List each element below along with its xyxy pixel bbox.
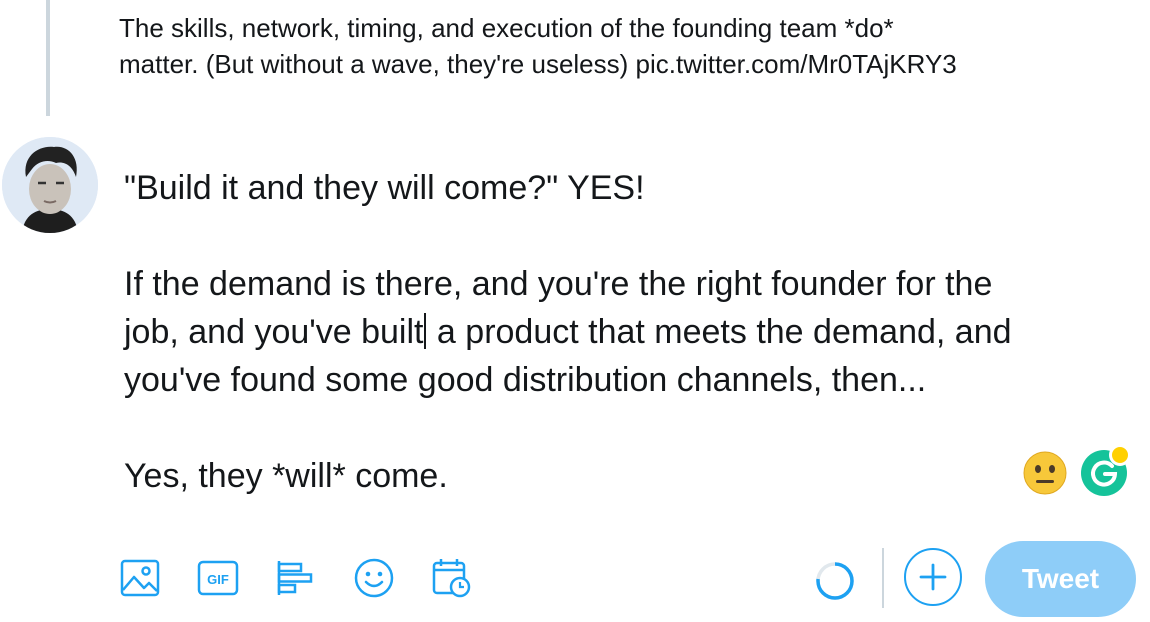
image-icon[interactable] (118, 556, 162, 600)
gif-icon[interactable]: GIF (196, 556, 240, 600)
avatar-photo (2, 137, 98, 233)
add-tweet-button[interactable] (904, 548, 962, 606)
compose-blank-line (124, 404, 1124, 452)
quoted-tweet-line: The skills, network, timing, and executi… (119, 13, 894, 43)
tweet-compose-textarea[interactable]: "Build it and they will come?" YES! If t… (124, 164, 1124, 500)
neutral-face-emoji-icon[interactable] (1023, 451, 1067, 495)
quoted-tweet-text: The skills, network, timing, and executi… (119, 10, 1139, 82)
compose-line: job, and you've built a product that mee… (124, 308, 1124, 356)
character-count-ring-icon (814, 560, 856, 602)
compose-line: "Build it and they will come?" YES! (124, 169, 645, 207)
compose-text-before-cursor: job, and you've built (124, 313, 424, 351)
compose-line: If the demand is there, and you're the r… (124, 265, 993, 303)
plus-icon (919, 563, 947, 591)
poll-icon[interactable] (274, 556, 318, 600)
emoji-icon[interactable] (352, 556, 396, 600)
compose-line: you've found some good distribution chan… (124, 361, 927, 399)
compose-line: Yes, they *will* come. (124, 457, 448, 495)
grammarly-notification-dot (1109, 444, 1131, 466)
tweet-button[interactable]: Tweet (985, 541, 1136, 617)
quoted-tweet-line: matter. (But without a wave, they're use… (119, 49, 957, 79)
grammarly-icon[interactable] (1081, 444, 1131, 496)
compose-text-after-cursor: a product that meets the demand, and (427, 313, 1012, 351)
schedule-icon[interactable] (430, 556, 474, 600)
thread-connector-line (46, 0, 50, 116)
user-avatar[interactable] (2, 137, 98, 233)
toolbar-divider (882, 548, 884, 608)
gif-label: GIF (207, 572, 229, 587)
compose-blank-line (124, 212, 1124, 260)
